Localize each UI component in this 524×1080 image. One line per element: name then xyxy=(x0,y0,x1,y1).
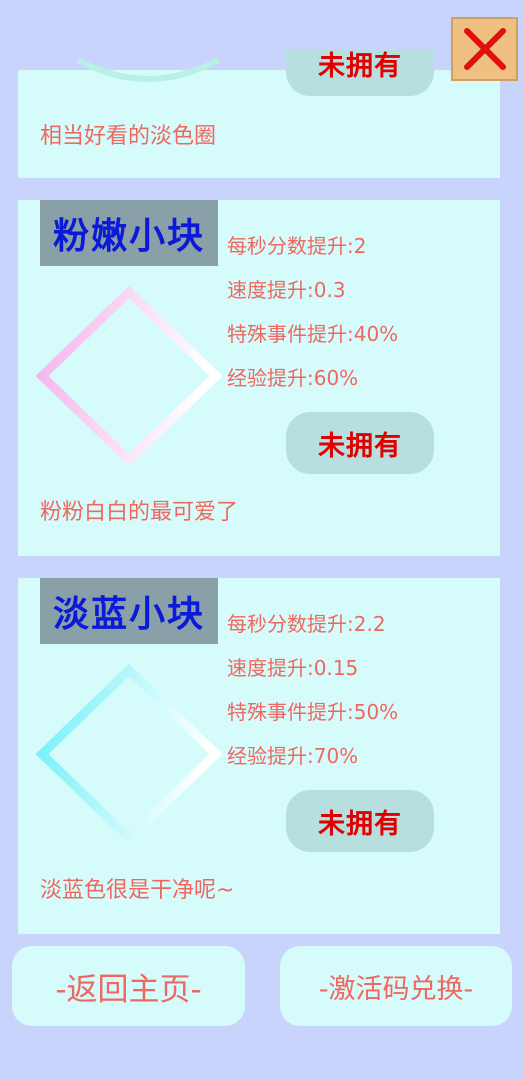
stat-speed: 速度提升:0.15 xyxy=(227,656,359,680)
return-home-button[interactable]: -返回主页- xyxy=(12,946,245,1026)
shop-item-card-blue: 淡蓝小块 每秒分数提升:2.2 速度提升:0.15 特殊事件提升:50% 经验提… xyxy=(18,578,500,934)
status-button-not-owned[interactable]: 未拥有 xyxy=(286,412,434,474)
redeem-code-button[interactable]: -激活码兑换- xyxy=(280,946,512,1026)
diamond-preview-icon xyxy=(35,663,223,842)
ring-preview-icon xyxy=(76,58,220,82)
item-description: 粉粉白白的最可爱了 xyxy=(40,500,239,525)
item-description: 淡蓝色很是干净呢~ xyxy=(40,878,235,903)
close-button[interactable] xyxy=(451,17,518,81)
close-x-icon xyxy=(463,28,506,70)
item-title: 淡蓝小块 xyxy=(40,578,218,644)
stat-score-per-second: 每秒分数提升:2 xyxy=(227,234,367,258)
stat-experience: 经验提升:60% xyxy=(227,366,359,390)
shop-item-card-partial: 未拥有 相当好看的淡色圈 xyxy=(18,50,500,178)
item-title: 粉嫩小块 xyxy=(40,200,218,266)
stat-special-event: 特殊事件提升:40% xyxy=(227,322,399,346)
stat-score-per-second: 每秒分数提升:2.2 xyxy=(227,612,386,636)
item-description: 相当好看的淡色圈 xyxy=(40,124,217,149)
stat-special-event: 特殊事件提升:50% xyxy=(227,700,399,724)
status-button-not-owned[interactable]: 未拥有 xyxy=(286,790,434,852)
stat-experience: 经验提升:70% xyxy=(227,744,359,768)
shop-item-card-pink: 粉嫩小块 每秒分数提升:2 速度提升:0.3 特殊事件提升:40% 经验提升:6… xyxy=(18,200,500,556)
stat-speed: 速度提升:0.3 xyxy=(227,278,346,302)
status-button-not-owned[interactable]: 未拥有 xyxy=(286,50,434,96)
item-stats: 每秒分数提升:2.2 速度提升:0.15 特殊事件提升:50% 经验提升:70% xyxy=(227,602,398,778)
diamond-preview-icon xyxy=(35,285,223,464)
item-stats: 每秒分数提升:2 速度提升:0.3 特殊事件提升:40% 经验提升:60% xyxy=(227,224,398,400)
